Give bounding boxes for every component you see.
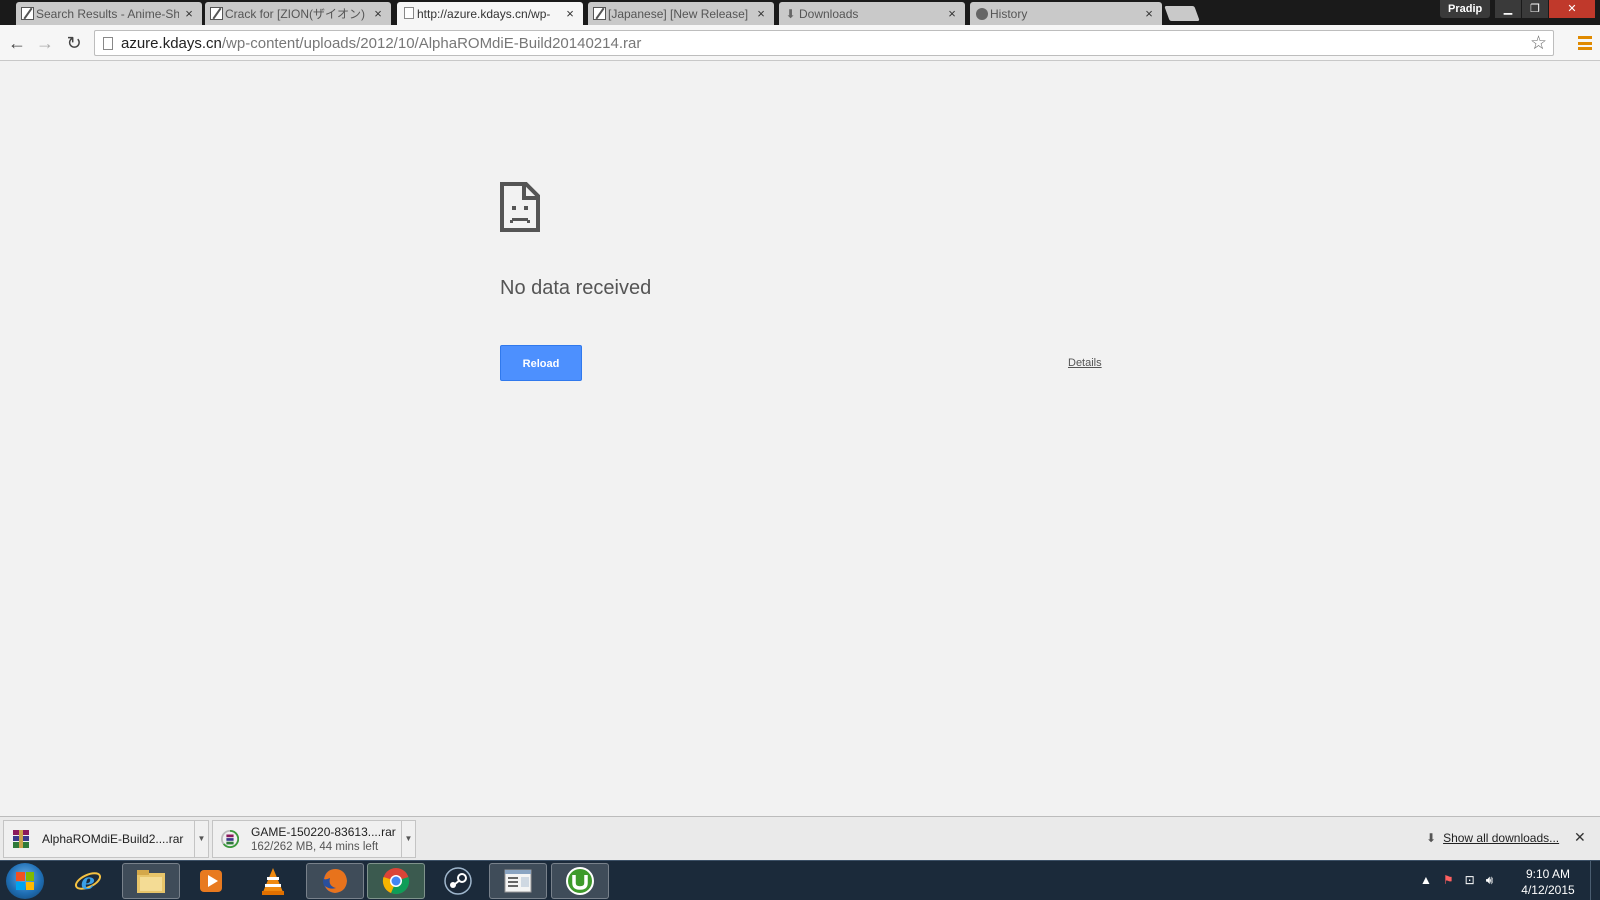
tab-japanese-release[interactable]: [Japanese] [New Release] ×: [588, 2, 774, 25]
media-player-icon[interactable]: [182, 863, 240, 899]
close-icon[interactable]: ×: [371, 6, 385, 21]
windows-taskbar: e ▲ ⚑ ⊡ 🔊︎ 9:10 AM 4/12/2015: [0, 860, 1600, 900]
start-button[interactable]: [6, 863, 44, 899]
tab-title: http://azure.kdays.cn/wp-: [417, 6, 551, 21]
error-title: No data received: [500, 277, 652, 299]
download-filename: AlphaROMdiE-Build2....rar: [42, 832, 184, 846]
close-icon[interactable]: ×: [945, 6, 959, 21]
utorrent-icon[interactable]: [551, 863, 609, 899]
window-controls: ▁ ❐ ✕: [1494, 0, 1595, 18]
firefox-icon[interactable]: [306, 863, 364, 899]
download-shelf: AlphaROMdiE-Build2....rar ▼ GAME-150220-…: [0, 816, 1600, 860]
steam-icon[interactable]: [429, 863, 487, 899]
vlc-icon[interactable]: [244, 863, 302, 899]
action-center-flag-icon[interactable]: ⚑: [1443, 873, 1454, 888]
download-filename: GAME-150220-83613....rar: [251, 825, 396, 839]
tab-downloads[interactable]: ⬇ Downloads ×: [779, 2, 965, 25]
download-item[interactable]: AlphaROMdiE-Build2....rar ▼: [3, 820, 209, 858]
notepad-window-icon[interactable]: [489, 863, 547, 899]
tab-crack[interactable]: Crack for [ZION(ザイオン) ×: [205, 2, 391, 25]
close-window-icon[interactable]: ✕: [1549, 0, 1595, 18]
download-arrow-icon: ⬇: [1426, 831, 1437, 845]
system-tray: ▲ ⚑ ⊡ 🔊︎: [1420, 873, 1493, 888]
show-desktop-button[interactable]: [1590, 861, 1600, 900]
show-all-downloads-link[interactable]: Show all downloads...: [1443, 831, 1559, 845]
minimize-icon[interactable]: ▁: [1495, 0, 1521, 18]
omnibox[interactable]: azure.kdays.cn/wp-content/uploads/2012/1…: [94, 30, 1554, 56]
browser-toolbar: ← → ↻ azure.kdays.cn/wp-content/uploads/…: [0, 25, 1600, 61]
close-icon[interactable]: ×: [1142, 6, 1156, 21]
tab-history[interactable]: History ×: [970, 2, 1162, 25]
show-all-downloads[interactable]: ⬇ Show all downloads...: [1426, 831, 1559, 845]
rar-archive-icon: [13, 830, 29, 848]
volume-icon[interactable]: 🔊︎: [1486, 873, 1494, 888]
forward-arrow-icon[interactable]: →: [34, 32, 56, 54]
windows-logo-icon: [16, 872, 34, 890]
profile-button[interactable]: Pradip: [1440, 0, 1491, 18]
download-item[interactable]: GAME-150220-83613....rar 162/262 MB, 44 …: [212, 820, 416, 858]
tab-title: [Japanese] [New Release]: [608, 6, 749, 21]
z-logo-icon: [210, 7, 223, 20]
page-icon: [103, 37, 113, 50]
tab-title: Crack for [ZION(ザイオン): [225, 7, 365, 21]
page-icon: [404, 7, 414, 19]
reload-button[interactable]: Reload: [500, 345, 582, 381]
download-progress: 162/262 MB, 44 mins left: [251, 841, 379, 853]
chrome-icon[interactable]: [367, 863, 425, 899]
internet-explorer-icon[interactable]: e: [59, 863, 117, 899]
z-logo-icon: [21, 7, 34, 20]
tab-search-results[interactable]: Search Results - Anime-Sh ×: [16, 2, 202, 25]
restore-icon[interactable]: ❐: [1522, 0, 1548, 18]
page-content: No data received Reload Details: [0, 62, 1600, 816]
chrome-menu-icon[interactable]: [1578, 36, 1592, 50]
history-icon: [976, 8, 988, 20]
tab-strip: Search Results - Anime-Sh × Crack for [Z…: [0, 0, 1600, 25]
url-host: azure.kdays.cn: [121, 35, 222, 52]
reload-icon[interactable]: ↻: [63, 32, 85, 54]
show-hidden-icons-icon[interactable]: ▲: [1420, 873, 1432, 888]
clock[interactable]: 9:10 AM 4/12/2015: [1512, 866, 1584, 898]
rar-progress-icon: [221, 829, 239, 848]
close-shelf-icon[interactable]: ✕: [1574, 829, 1586, 846]
tab-title: Search Results - Anime-Sh: [36, 6, 179, 21]
back-arrow-icon[interactable]: ←: [6, 32, 28, 54]
z-logo-icon: [593, 7, 606, 20]
new-tab-button[interactable]: [1164, 6, 1200, 21]
download-icon: ⬇: [785, 6, 796, 21]
tab-title: Downloads: [799, 6, 859, 21]
clock-date: 4/12/2015: [1521, 883, 1575, 897]
close-icon[interactable]: ×: [563, 6, 577, 21]
tab-title: History: [990, 6, 1028, 21]
dropdown-arrow-icon[interactable]: ▼: [194, 821, 208, 857]
dropdown-arrow-icon[interactable]: ▼: [401, 821, 415, 857]
close-icon[interactable]: ×: [754, 6, 768, 21]
tab-azure-active[interactable]: http://azure.kdays.cn/wp- ×: [397, 2, 583, 25]
network-icon[interactable]: ⊡: [1465, 873, 1475, 888]
clock-time: 9:10 AM: [1525, 867, 1571, 881]
details-link[interactable]: Details: [1068, 357, 1102, 369]
close-icon[interactable]: ×: [182, 6, 196, 21]
url-text[interactable]: azure.kdays.cn/wp-content/uploads/2012/1…: [121, 35, 641, 52]
file-explorer-icon[interactable]: [122, 863, 180, 899]
bookmark-star-icon[interactable]: ☆: [1530, 32, 1547, 55]
sad-document-icon: [500, 182, 540, 232]
svg-text:e: e: [81, 869, 95, 895]
url-path: /wp-content/uploads/2012/10/AlphaROMdiE-…: [221, 35, 642, 52]
